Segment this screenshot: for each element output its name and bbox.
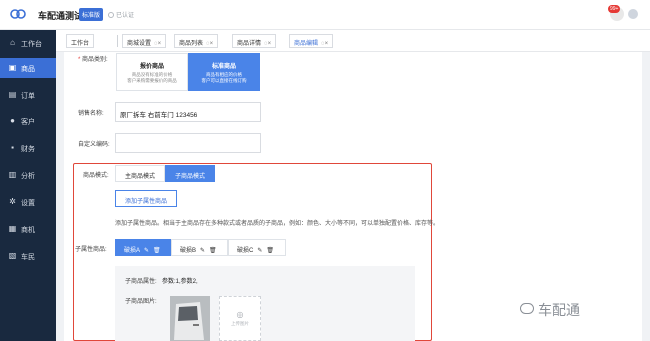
- sub-attr-label: 子商品属性:: [125, 279, 157, 285]
- app-logo: [10, 9, 26, 19]
- sidebar-item-customers[interactable]: ● 客户: [0, 111, 56, 131]
- upload-text: 上传图片: [231, 321, 249, 326]
- close-icon[interactable]: ◌×: [206, 41, 213, 47]
- sidebar: ⌂ 工作台 ▣ 商品 ▤ 订单 ● 客户 ▪ 财务 ▥ 分析 ✲ 设置 ▦ 商机 ▧ 车民: [0, 30, 56, 341]
- tab-label: 商品编辑: [294, 41, 319, 47]
- sidebar-item-settings[interactable]: ✲ 设置: [0, 192, 56, 212]
- tab-workbench[interactable]: 工作台: [66, 34, 95, 48]
- sidebar-item-goods[interactable]: ▣ 商品: [0, 58, 56, 78]
- type-quote-card[interactable]: 报价商品 商品没有标准的价格 客户采购需要报价的商品: [116, 53, 188, 91]
- sub-tab-label: 破损C: [237, 248, 254, 254]
- sales-name-label: 销售名称:: [78, 111, 104, 117]
- type-quote-title: 报价商品: [139, 64, 164, 70]
- sub-tab-label: 破损B: [180, 248, 197, 254]
- close-icon[interactable]: ◌×: [321, 41, 328, 47]
- close-icon[interactable]: ◌×: [264, 41, 271, 47]
- avatar[interactable]: [628, 9, 638, 19]
- custom-code-input[interactable]: [115, 133, 261, 153]
- sidebar-item-label: 商机: [21, 227, 35, 234]
- tab-goods-list[interactable]: 商品列表 ◌×: [174, 34, 219, 48]
- sidebar-item-label: 客户: [21, 119, 35, 126]
- customer-icon: ●: [10, 116, 15, 125]
- goods-icon: ▣: [8, 63, 17, 72]
- watermark: 车配通: [538, 302, 580, 318]
- edit-icon[interactable]: ✎: [144, 248, 149, 254]
- sub-tab-label: 破损A: [124, 248, 141, 254]
- sidebar-item-label: 分析: [21, 173, 35, 180]
- type-standard-title: 标准商品: [211, 64, 236, 70]
- car-owner-icon: ▧: [8, 251, 17, 260]
- finance-icon: ▪: [11, 143, 14, 152]
- sidebar-item-label: 工作台: [21, 41, 42, 48]
- tabs-bar: 工作台 商城设置 ◌× 商品列表 ◌× 商品详情 ◌× 商品编辑 ◌×: [56, 30, 650, 52]
- sub-tab-b[interactable]: 破损B ✎ 🗑: [171, 239, 228, 256]
- type-standard-card[interactable]: 标准商品 商品有相应的价格 客户可以直接在线订购: [188, 53, 260, 91]
- sidebar-item-label: 车民: [21, 254, 35, 261]
- tab-label: 商品详情: [237, 41, 262, 47]
- cert-icon: [108, 12, 114, 18]
- tab-goods-edit[interactable]: 商品编辑 ◌×: [289, 34, 334, 48]
- top-bar: 车配通测试 标准版 已认证 99+: [0, 0, 650, 30]
- sidebar-item-workbench[interactable]: ⌂ 工作台: [0, 33, 56, 53]
- sales-name-input[interactable]: 原厂拆车 右前车门 123456: [115, 102, 261, 122]
- sidebar-item-label: 财务: [21, 146, 35, 153]
- sub-goods-panel: [115, 266, 415, 341]
- cert-status-label: 已认证: [116, 13, 135, 19]
- add-sub-goods-button[interactable]: 添加子属性商品: [115, 190, 177, 207]
- notification-badge: 99+: [608, 5, 621, 13]
- app-title: 车配通测试: [38, 11, 84, 21]
- sidebar-item-label: 订单: [21, 93, 35, 100]
- delete-icon[interactable]: 🗑: [153, 248, 161, 254]
- car-door-image[interactable]: [170, 296, 210, 341]
- car-door-image-art: [170, 296, 210, 341]
- close-icon[interactable]: ◌×: [154, 41, 161, 47]
- sidebar-item-label: 设置: [21, 200, 35, 207]
- sidebar-item-label: 商品: [21, 66, 35, 73]
- mode-label: 商品模式:: [83, 173, 109, 179]
- sub-mode-button[interactable]: 子商品模式: [165, 165, 215, 182]
- sidebar-item-finance[interactable]: ▪ 财务: [0, 138, 56, 158]
- tab-label: 工作台: [71, 41, 90, 47]
- edit-icon[interactable]: ✎: [257, 248, 262, 254]
- tab-mall-settings[interactable]: 商城设置 ◌×: [122, 34, 167, 48]
- upload-image-box[interactable]: ◎ 上传图片: [219, 296, 261, 341]
- analysis-icon: ▥: [8, 170, 17, 179]
- type-quote-desc: 客户采购需要报价的商品: [127, 78, 177, 83]
- sub-attr-value: 参数:1,参数2,: [162, 279, 198, 285]
- custom-code-label: 自定义编码:: [78, 142, 110, 148]
- opportunity-icon: ▦: [8, 224, 17, 233]
- sub-image-label: 子商品图片:: [125, 299, 157, 305]
- sidebar-item-opportunity[interactable]: ▦ 商机: [0, 219, 56, 239]
- sidebar-item-car-owners[interactable]: ▧ 车民: [0, 246, 56, 266]
- camera-icon: ◎: [236, 310, 244, 319]
- main-mode-button[interactable]: 主商品模式: [115, 165, 165, 182]
- sub-tab-a[interactable]: 破损A ✎ 🗑: [115, 239, 171, 256]
- wechat-icon: [520, 303, 534, 314]
- settings-icon: ✲: [9, 197, 16, 206]
- edit-icon[interactable]: ✎: [200, 248, 205, 254]
- type-standard-desc: 客户可以直接在线订购: [201, 78, 247, 83]
- home-icon: ⌂: [10, 38, 15, 47]
- sub-tab-c[interactable]: 破损C ✎ 🗑: [228, 239, 286, 256]
- edition-badge: 标准版: [79, 8, 104, 21]
- delete-icon[interactable]: 🗑: [266, 248, 274, 254]
- tab-goods-detail[interactable]: 商品详情 ◌×: [232, 34, 277, 48]
- sidebar-item-analysis[interactable]: ▥ 分析: [0, 165, 56, 185]
- tab-label: 商城设置: [127, 41, 152, 47]
- delete-icon[interactable]: 🗑: [209, 248, 217, 254]
- sub-goods-description: 添加子属性商品。相当于主商品存在多种款式或者品质的子商品，例如：颜色、大小等不同…: [115, 221, 440, 227]
- tab-divider: [117, 35, 118, 47]
- cert-status: 已认证: [108, 10, 134, 19]
- sub-goods-label: 子属性商品:: [75, 247, 107, 253]
- sidebar-item-orders[interactable]: ▤ 订单: [0, 85, 56, 105]
- tab-label: 商品列表: [179, 41, 204, 47]
- category-label: * 商品类别:: [78, 57, 108, 63]
- order-icon: ▤: [8, 90, 17, 99]
